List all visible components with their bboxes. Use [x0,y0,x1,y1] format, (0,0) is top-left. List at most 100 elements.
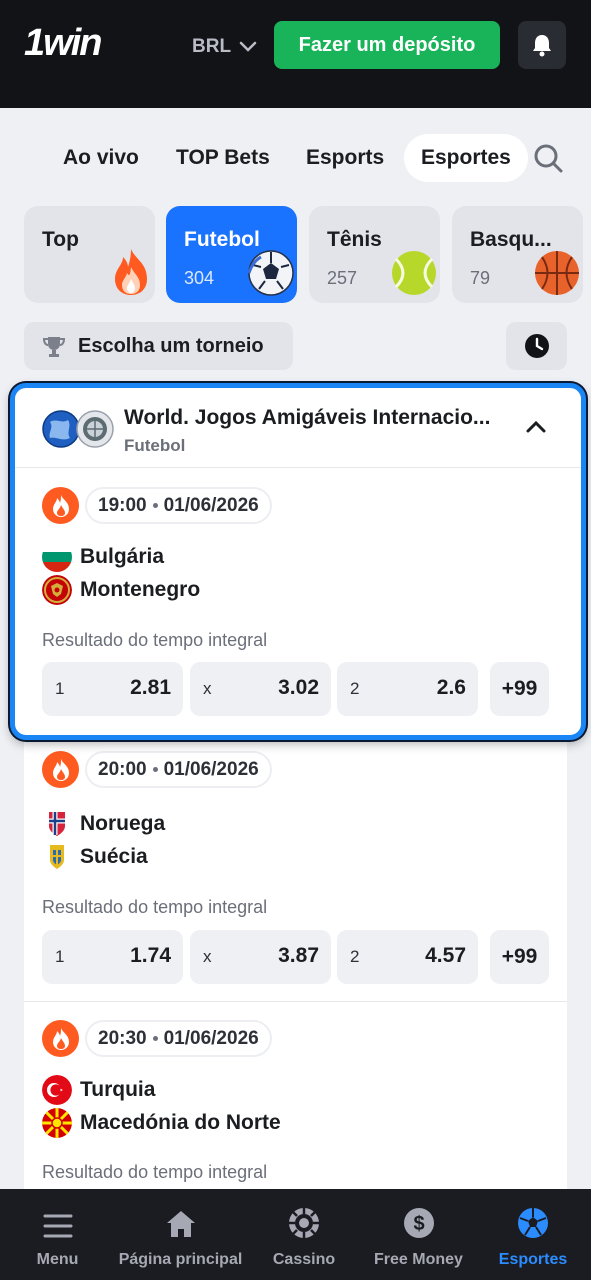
choose-tournament-button[interactable]: Escolha um torneio [24,322,293,370]
nav-home-label: Página principal [118,1251,243,1268]
tournament-title: World. Jogos Amigáveis Internacio... [124,406,491,429]
nav-esportes[interactable]: Esportes [475,1189,591,1280]
bulgaria-flag-icon [42,542,72,572]
sweden-flag-icon [42,842,72,872]
basketball-icon [533,249,581,302]
turkey-flag-icon [42,1075,72,1105]
team-away-name: Macedónia do Norte [80,1111,281,1134]
notifications-button[interactable] [518,21,566,69]
tab-ao-vivo[interactable]: Ao vivo [46,134,156,182]
sections-tabs: Ao vivo TOP Bets Esports Esportes [0,109,591,205]
match-time-value: 20:00 [98,758,147,780]
match-time-value: 20:30 [98,1027,147,1049]
logo[interactable]: 1win [24,22,102,65]
team-home-name: Turquia [80,1078,156,1101]
match-time-value: 19:00 [98,494,147,516]
separator-dot [152,503,158,508]
bell-icon [533,35,551,57]
team-away: Suécia [42,842,148,872]
market-label: Resultado do tempo integral [42,897,268,917]
odd-button-x[interactable]: x 3.02 [190,662,331,716]
nav-home[interactable]: Página principal [115,1189,246,1280]
nav-menu[interactable]: Menu [0,1189,115,1280]
trophy-icon [42,337,66,357]
match-time: 19:00 01/06/2026 [85,487,272,524]
nav-casino[interactable]: Cassino [246,1189,362,1280]
home-icon [166,1211,195,1237]
odd-value: 4.57 [425,944,466,967]
nav-free-money[interactable]: $ Free Money [362,1189,475,1280]
deposit-button[interactable]: Fazer um depósito [274,21,500,69]
highlighted-tournament-card[interactable]: World. Jogos Amigáveis Internacio... Fut… [10,383,586,740]
team-away-name: Suécia [80,845,148,868]
odd-label: x [203,947,212,966]
odd-button-2[interactable]: 2 2.6 [337,662,478,716]
odd-button-2[interactable]: 2 4.57 [337,930,478,984]
menu-icon [43,1214,72,1238]
tournament-header[interactable]: World. Jogos Amigáveis Internacio... Fut… [15,388,581,468]
match-date-value: 01/06/2026 [163,1027,259,1049]
currency-label: BRL [192,36,232,57]
match-card[interactable]: 20:00 01/06/2026 Noruega Suécia Resultad… [24,751,567,1001]
search-button[interactable] [532,142,564,179]
tab-top-bets[interactable]: TOP Bets [159,134,287,182]
sport-count: 257 [327,268,358,288]
odd-value: 2.81 [130,676,171,699]
hot-match-icon [42,1020,79,1057]
sport-name: Top [42,228,79,251]
sport-card-top[interactable]: Top [24,206,155,303]
nav-esportes-label: Esportes [498,1251,568,1268]
market-label: Resultado do tempo integral [42,630,268,650]
team-away-name: Montenegro [80,578,201,601]
sport-name: Tênis [327,228,382,251]
match-time: 20:30 01/06/2026 [85,1020,272,1057]
odd-value: 2.6 [436,676,466,699]
team-away: Macedónia do Norte [42,1108,281,1138]
odd-label: 2 [350,947,360,966]
dollar-coin-icon: $ [403,1208,434,1238]
choose-tournament-label: Escolha um torneio [78,334,264,357]
search-icon [534,144,563,173]
sport-count: 304 [184,268,215,288]
casino-chip-icon [289,1208,319,1238]
market-label: Resultado do tempo integral [42,1162,268,1182]
sport-card-tenis[interactable]: Tênis 257 [309,206,440,303]
north-macedonia-flag-icon [42,1108,72,1138]
team-home-name: Bulgária [80,545,165,568]
sport-card-futebol[interactable]: Futebol 304 [166,206,297,303]
chevron-up-icon[interactable] [525,420,547,434]
fire-icon [109,247,153,302]
divider [24,1001,567,1002]
match-card[interactable]: 20:30 01/06/2026 Turquia Macedónia do No… [24,1020,567,1195]
soccer-icon [518,1208,548,1238]
tournament-emblem-icon [76,410,114,448]
odd-button-x[interactable]: x 3.87 [190,930,331,984]
odd-button-1[interactable]: 1 2.81 [42,662,183,716]
montenegro-flag-icon [42,575,72,605]
svg-text:$: $ [413,1213,424,1235]
odd-value: 3.87 [278,944,319,967]
more-markets-button[interactable]: +99 [490,930,549,984]
tab-esports[interactable]: Esports [289,134,401,182]
match-date-value: 01/06/2026 [163,758,259,780]
currency-selector[interactable]: BRL [192,36,257,58]
odd-value: 3.02 [278,676,319,699]
tournament-sport: Futebol [124,436,186,455]
tennis-ball-icon [390,249,438,302]
hot-match-icon [42,487,79,524]
match-time: 20:00 01/06/2026 [85,751,272,788]
clock-icon [524,334,549,358]
odd-button-1[interactable]: 1 1.74 [42,930,183,984]
sport-card-basquete[interactable]: Basqu... 79 [452,206,583,303]
time-filter-button[interactable] [506,322,567,370]
more-markets-button[interactable]: +99 [490,662,549,716]
chevron-down-icon [239,41,257,52]
team-home: Noruega [42,809,165,839]
odd-label: 2 [350,679,360,698]
match-date-value: 01/06/2026 [163,494,259,516]
tab-esportes[interactable]: Esportes [404,134,528,182]
norway-flag-icon [42,809,72,839]
match-card[interactable]: 19:00 01/06/2026 Bulgária Montenegro Res… [24,487,567,727]
bottom-navigation: Menu Página principal Cassino $ Free Mon… [0,1189,591,1280]
nav-menu-label: Menu [36,1251,79,1268]
